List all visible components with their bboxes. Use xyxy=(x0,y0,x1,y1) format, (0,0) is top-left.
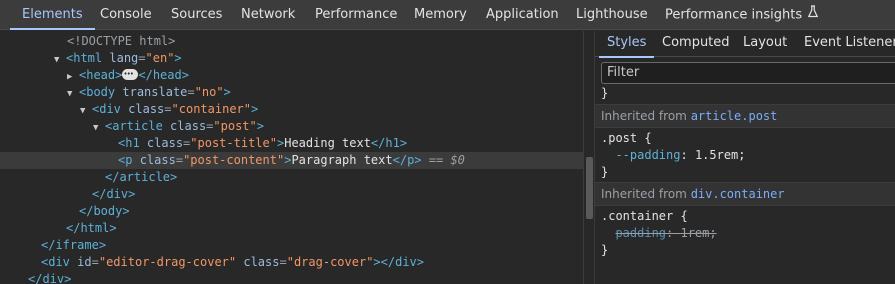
tab-performance-insights[interactable]: Performance insights xyxy=(665,0,819,30)
tab-sources[interactable]: Sources xyxy=(171,0,222,30)
tag-name: h1 xyxy=(125,136,140,150)
sidebar-tabbar: Styles Computed Layout Event Listeners xyxy=(595,31,895,58)
tab-layout[interactable]: Layout xyxy=(743,31,787,57)
attr-value: "drag-cover" xyxy=(286,255,374,269)
dom-node-html[interactable]: ▼ <html lang="en"> xyxy=(0,50,583,67)
rule-closing-brace: } xyxy=(601,86,609,100)
tag-name: p xyxy=(125,153,133,167)
attr-value: "post-title" xyxy=(190,136,277,150)
tag-name: article xyxy=(112,119,163,133)
scrollbar-thumb[interactable] xyxy=(586,157,593,219)
selected-node-marker: == $0 xyxy=(428,153,465,167)
tag-name: div xyxy=(106,187,129,201)
dom-node-div-container[interactable]: ▼ <div class="container"> xyxy=(0,101,583,118)
attr-value: "no" xyxy=(194,85,224,99)
rule-selector[interactable]: .post { xyxy=(601,130,652,147)
tag-name: html xyxy=(73,51,103,65)
css-property-value[interactable]: 1rem; xyxy=(680,226,716,240)
dom-node-article-close[interactable]: </article> xyxy=(0,169,583,186)
styles-sidebar: Styles Computed Layout Event Listeners F… xyxy=(595,31,895,284)
dom-tree[interactable]: <!DOCTYPE html> ▼ <html lang="en"> ▶ <head… xyxy=(0,31,583,284)
css-declaration[interactable]: --padding: 1.5rem; xyxy=(601,147,746,164)
tag-name: article xyxy=(119,170,171,184)
rule-selector[interactable]: .container { xyxy=(601,208,688,225)
tab-computed[interactable]: Computed xyxy=(662,31,730,57)
tab-application[interactable]: Application xyxy=(486,0,559,30)
tab-memory[interactable]: Memory xyxy=(414,0,467,30)
devtools-main-tabbar: Elements Console Sources Network Perform… xyxy=(0,0,895,30)
tag-name: body xyxy=(86,85,116,99)
tag-name: iframe xyxy=(55,238,99,252)
tab-elements[interactable]: Elements xyxy=(10,0,95,30)
attr-name: class xyxy=(243,255,280,269)
attr-name: lang xyxy=(109,51,139,65)
tag-name: head xyxy=(152,68,182,82)
styles-filter-input[interactable]: Filter xyxy=(601,62,895,84)
tab-styles[interactable]: Styles xyxy=(598,31,655,58)
tag-name: head xyxy=(86,68,116,82)
dom-node-body-close[interactable]: </body> xyxy=(0,203,583,220)
attr-name: class xyxy=(128,102,165,116)
attr-value: "post-content" xyxy=(183,153,285,167)
node-text: Paragraph text xyxy=(291,153,393,167)
tag-name: html xyxy=(80,221,110,235)
inherited-source-link[interactable]: article.post xyxy=(691,109,778,123)
dom-node-div-close[interactable]: </div> xyxy=(0,186,583,203)
node-text: Heading text xyxy=(284,136,371,150)
tab-console[interactable]: Console xyxy=(100,0,152,30)
tab-lighthouse[interactable]: Lighthouse xyxy=(576,0,648,30)
tab-performance-insights-label: Performance insights xyxy=(665,7,803,23)
panel-splitter[interactable] xyxy=(583,31,595,284)
dom-node-h1[interactable]: <h1 class="post-title">Heading text</h1> xyxy=(0,135,583,152)
dom-node-html-close[interactable]: </html> xyxy=(0,220,583,237)
attr-name: translate xyxy=(122,85,188,99)
css-property-value[interactable]: 1.5rem; xyxy=(695,148,746,162)
tag-name: div xyxy=(99,102,121,116)
tag-name: h1 xyxy=(385,136,400,150)
tab-event-listeners[interactable]: Event Listeners xyxy=(804,31,895,57)
attr-name: class xyxy=(170,119,207,133)
tab-network[interactable]: Network xyxy=(241,0,295,30)
doctype-text: <!DOCTYPE html> xyxy=(67,34,176,48)
inherited-label: Inherited from xyxy=(601,187,687,201)
dom-node-body[interactable]: ▼ <body translate="no"> xyxy=(0,84,583,101)
inherited-label: Inherited from xyxy=(601,109,687,123)
attr-name: class xyxy=(139,153,176,167)
tag-name: div xyxy=(48,255,70,269)
tag-name: div xyxy=(42,272,65,284)
flask-icon xyxy=(807,0,819,30)
rule-closing-brace: } xyxy=(601,243,609,257)
tag-name: body xyxy=(93,204,123,218)
rule-closing-brace: } xyxy=(601,165,609,179)
dom-node-drag-cover[interactable]: <div id="editor-drag-cover" class="drag-… xyxy=(0,254,583,271)
dom-node-article[interactable]: ▼ <article class="post"> xyxy=(0,118,583,135)
tag-name: div xyxy=(395,255,417,269)
css-declaration-overridden[interactable]: padding: 1rem; xyxy=(601,225,716,242)
dom-node-head[interactable]: ▶<head></head> xyxy=(0,66,583,84)
ellipsis-icon[interactable] xyxy=(122,66,139,83)
dom-node-outer-div-close[interactable]: </div> xyxy=(0,271,583,284)
dom-node-p-selected[interactable]: <p class="post-content">Paragraph text</… xyxy=(0,152,583,169)
dom-node-doctype[interactable]: <!DOCTYPE html> xyxy=(0,33,583,50)
attr-value: "container" xyxy=(171,102,251,116)
dom-node-iframe-close[interactable]: </iframe> xyxy=(0,237,583,254)
inherited-header-article: Inherited from article.post xyxy=(595,104,895,128)
inherited-source-link[interactable]: div.container xyxy=(691,187,785,201)
tab-performance[interactable]: Performance xyxy=(315,0,397,30)
attr-value: "post" xyxy=(213,119,257,133)
css-property-name[interactable]: --padding xyxy=(615,148,680,162)
inherited-header-container: Inherited from div.container xyxy=(595,182,895,206)
attr-value: "editor-drag-cover" xyxy=(98,255,237,269)
css-property-name[interactable]: padding xyxy=(615,226,666,240)
attr-name: id xyxy=(77,255,92,269)
attr-value: "en" xyxy=(145,51,175,65)
attr-name: class xyxy=(146,136,184,150)
